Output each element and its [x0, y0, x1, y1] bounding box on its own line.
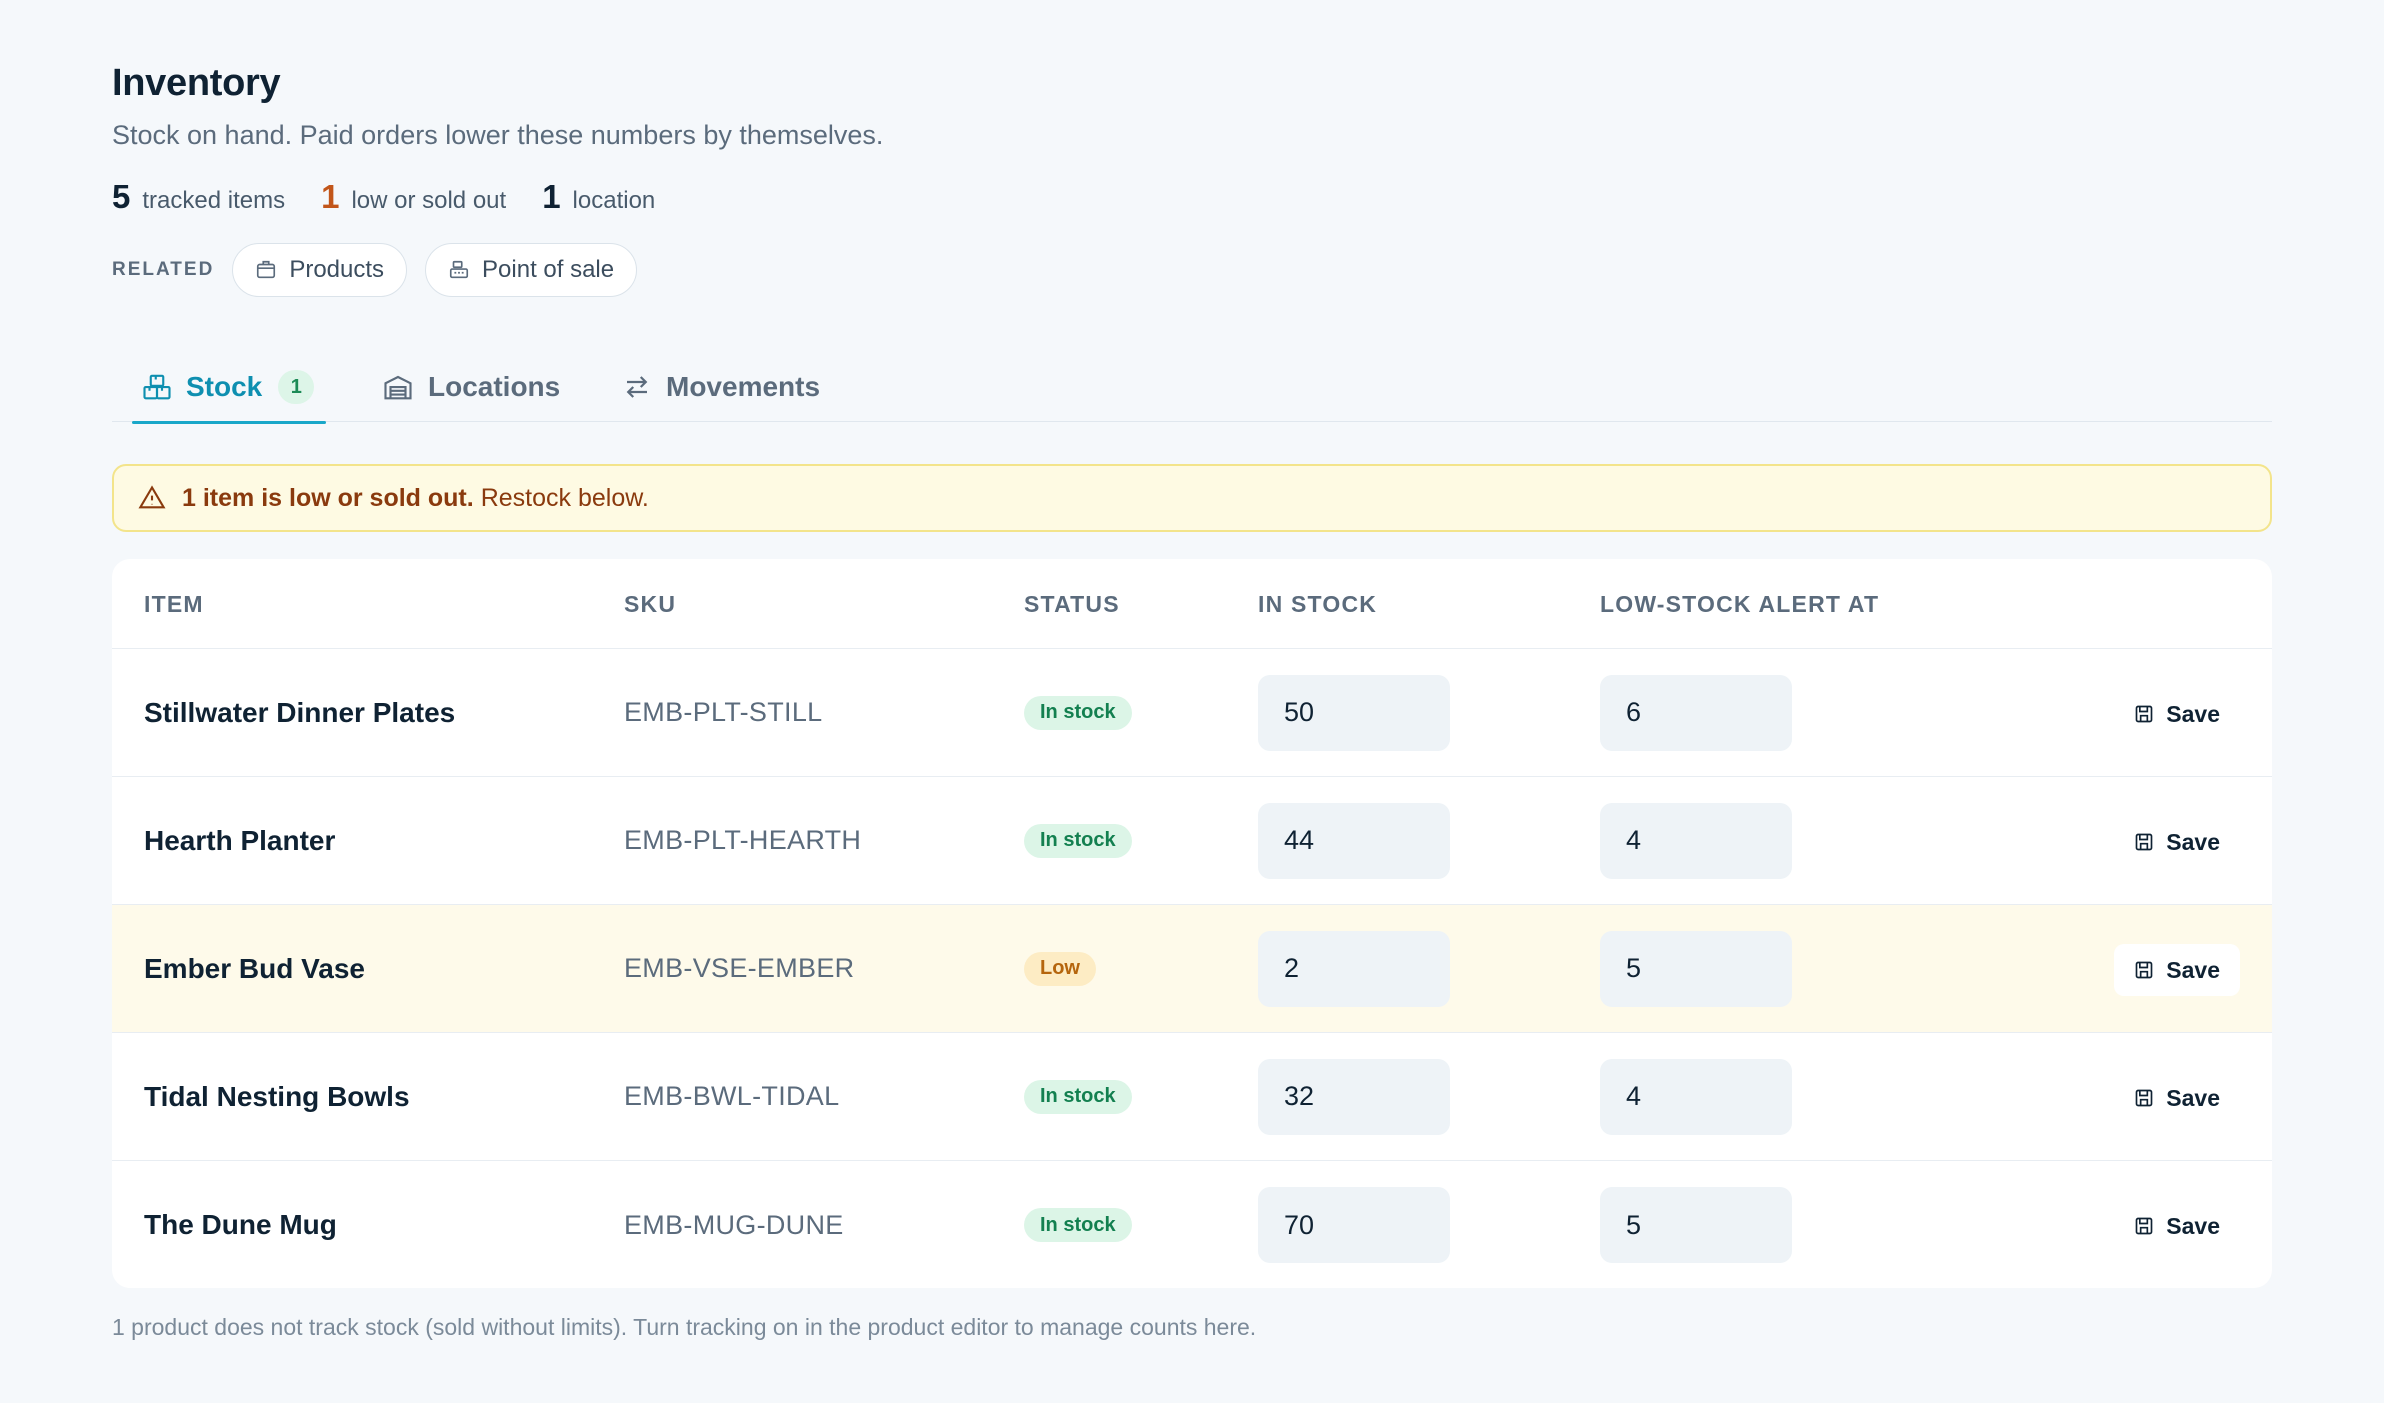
- save-icon: [2135, 1217, 2153, 1235]
- in-stock-input[interactable]: [1258, 674, 1450, 751]
- item-name: Hearth Planter: [144, 824, 336, 856]
- item-sku: EMB-PLT-HEARTH: [624, 825, 862, 855]
- stock-table: ITEM SKU STATUS IN STOCK LOW-STOCK ALERT…: [112, 559, 2272, 1288]
- save-icon: [2135, 705, 2153, 723]
- stat-value: 1: [542, 178, 561, 215]
- save-label: Save: [2166, 700, 2220, 727]
- related-label: RELATED: [112, 259, 215, 280]
- warehouse-icon: [384, 375, 412, 400]
- stat-value: 5: [112, 178, 131, 215]
- stat-label: low or sold out: [351, 187, 507, 214]
- status-badge: Low: [1024, 951, 1096, 986]
- save-button[interactable]: Save: [2114, 688, 2240, 740]
- item-name: Tidal Nesting Bowls: [144, 1080, 410, 1112]
- stat-locations: 1 location: [542, 178, 655, 216]
- low-stock-alert-input[interactable]: [1600, 802, 1792, 879]
- save-icon: [2135, 961, 2153, 979]
- save-button[interactable]: Save: [2114, 944, 2240, 996]
- related-links: RELATED Products Point of sale: [112, 243, 655, 297]
- status-badge: In stock: [1024, 695, 1132, 730]
- tracking-footnote: 1 product does not track stock (sold wit…: [112, 1314, 1257, 1340]
- item-name: The Dune Mug: [144, 1209, 337, 1240]
- stats-summary: 5 tracked items 1 low or sold out 1 loca…: [112, 178, 691, 216]
- table-row: Tidal Nesting Bowls EMB-BWL-TIDAL In sto…: [112, 1033, 2272, 1161]
- column-header-in-stock: IN STOCK: [1258, 590, 1378, 617]
- item-name: Ember Bud Vase: [144, 952, 365, 984]
- table-row: Ember Bud Vase EMB-VSE-EMBER Low Save: [112, 905, 2272, 1033]
- stat-tracked-items: 5 tracked items: [112, 178, 285, 216]
- stat-value: 1: [321, 178, 340, 215]
- save-button[interactable]: Save: [2114, 816, 2240, 868]
- status-badge: In stock: [1024, 1208, 1132, 1242]
- column-header-status: STATUS: [1024, 590, 1120, 617]
- item-sku: EMB-VSE-EMBER: [624, 953, 855, 983]
- related-link-products[interactable]: Products: [232, 243, 408, 297]
- stat-low-or-sold-out: 1 low or sold out: [321, 178, 506, 216]
- column-header-low-stock-alert: LOW-STOCK ALERT AT: [1600, 590, 1880, 617]
- chip-label: Point of sale: [482, 256, 615, 283]
- save-icon: [2135, 833, 2153, 851]
- table-row: The Dune Mug EMB-MUG-DUNE In stock Save: [112, 1161, 2272, 1288]
- save-label: Save: [2166, 1212, 2220, 1239]
- stat-label: location: [572, 187, 656, 214]
- save-label: Save: [2166, 956, 2220, 983]
- low-stock-alert-input[interactable]: [1600, 930, 1792, 1007]
- boxes-icon: [143, 374, 171, 400]
- item-sku: EMB-BWL-TIDAL: [624, 1081, 840, 1111]
- tab-locations[interactable]: Locations: [382, 352, 560, 422]
- item-sku: EMB-MUG-DUNE: [624, 1209, 844, 1240]
- register-icon: [449, 260, 469, 279]
- save-icon: [2135, 1089, 2153, 1107]
- low-stock-alert-input[interactable]: [1600, 1187, 1792, 1263]
- page-subtitle: Stock on hand. Paid orders lower these n…: [112, 120, 884, 150]
- alert-heading: 1 item is low or sold out.: [182, 483, 474, 512]
- tab-bar: Stock 1 Locations Movements: [112, 352, 2272, 424]
- stat-label: tracked items: [142, 187, 286, 214]
- table-header: ITEM SKU STATUS IN STOCK LOW-STOCK ALERT…: [112, 559, 2272, 649]
- status-badge: In stock: [1024, 823, 1132, 858]
- item-sku: EMB-PLT-STILL: [624, 697, 823, 727]
- in-stock-input[interactable]: [1258, 1058, 1450, 1135]
- tab-label: Locations: [428, 371, 561, 402]
- save-label: Save: [2166, 1084, 2220, 1111]
- low-stock-alert-input[interactable]: [1600, 1058, 1792, 1135]
- table-row: Stillwater Dinner Plates EMB-PLT-STILL I…: [112, 649, 2272, 777]
- save-label: Save: [2166, 828, 2220, 855]
- tab-movements[interactable]: Movements: [622, 352, 820, 422]
- alert-text: Restock below.: [480, 483, 649, 512]
- in-stock-input[interactable]: [1258, 1187, 1450, 1263]
- save-button[interactable]: Save: [2114, 1072, 2240, 1124]
- table-row: Hearth Planter EMB-PLT-HEARTH In stock S…: [112, 777, 2272, 905]
- arrows-swap-icon: [626, 376, 648, 398]
- low-stock-alert: 1 item is low or sold out. Restock below…: [112, 464, 2272, 532]
- low-stock-alert-input[interactable]: [1600, 674, 1792, 751]
- box-icon: [257, 260, 276, 279]
- item-name: Stillwater Dinner Plates: [144, 696, 456, 728]
- save-button[interactable]: Save: [2114, 1200, 2240, 1252]
- column-header-item: ITEM: [144, 590, 204, 617]
- page-title: Inventory: [112, 62, 281, 104]
- warning-triangle-icon: [138, 485, 166, 509]
- tab-count-badge: 1: [278, 370, 315, 404]
- column-header-sku: SKU: [624, 590, 677, 617]
- tab-label: Stock: [186, 371, 263, 402]
- in-stock-input[interactable]: [1258, 802, 1450, 879]
- chip-label: Products: [289, 256, 385, 283]
- tab-label: Movements: [666, 371, 821, 402]
- tab-stock[interactable]: Stock 1: [131, 352, 327, 424]
- related-link-point-of-sale[interactable]: Point of sale: [425, 243, 638, 297]
- status-badge: In stock: [1024, 1079, 1132, 1114]
- in-stock-input[interactable]: [1258, 930, 1450, 1007]
